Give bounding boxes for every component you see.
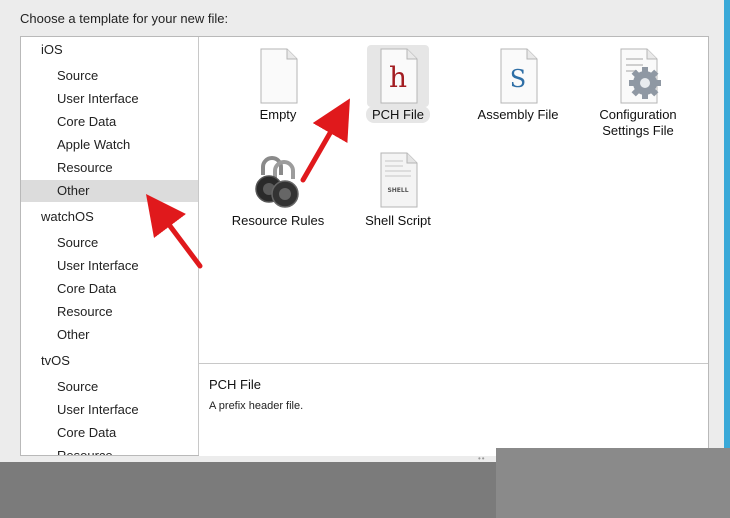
template-shell-script[interactable]: SHELL Shell Script: [338, 149, 458, 229]
sidebar-item-watchos-user-interface[interactable]: User Interface: [21, 255, 198, 277]
blank-document-icon: [247, 45, 309, 107]
template-gallery: Empty h PCH File S Assembly File Configu…: [199, 37, 708, 363]
sidebar-item-tvos-resource[interactable]: Resource: [21, 445, 198, 455]
sidebar-item-watchos-resource[interactable]: Resource: [21, 301, 198, 323]
template-pch-file[interactable]: h PCH File: [338, 45, 458, 125]
window-edge: [724, 0, 730, 462]
padlock-icon: [247, 149, 309, 211]
template-resource-rules[interactable]: Resource Rules: [218, 149, 338, 229]
pch-glyph: h: [389, 61, 407, 94]
template-label: Assembly File: [477, 107, 559, 122]
shell-glyph: SHELL: [387, 187, 408, 194]
sidebar-item-ios-user-interface[interactable]: User Interface: [21, 88, 198, 110]
shell-script-icon: SHELL: [367, 149, 429, 211]
sidebar-item-watchos-other[interactable]: Other: [21, 324, 198, 346]
sidebar-item-tvos-core-data[interactable]: Core Data: [21, 422, 198, 444]
gear-document-icon: [607, 45, 669, 107]
template-label: Resource Rules: [231, 213, 325, 228]
sidebar-item-ios-core-data[interactable]: Core Data: [21, 111, 198, 133]
template-label: Configuration Settings File: [599, 107, 677, 138]
new-file-sheet: Choose a template for your new file: iOS…: [0, 0, 724, 462]
description-title: PCH File: [209, 377, 262, 392]
background-region: [0, 462, 496, 518]
resize-grip-icon[interactable]: ••: [478, 454, 486, 463]
sidebar-group-watchos[interactable]: watchOS: [21, 206, 198, 228]
platform-category-sidebar[interactable]: iOS Source User Interface Core Data Appl…: [21, 37, 199, 455]
template-configuration-settings-file[interactable]: Configuration Settings File: [578, 45, 698, 141]
template-assembly-file[interactable]: S Assembly File: [458, 45, 578, 125]
template-empty[interactable]: Empty: [218, 45, 338, 125]
dialog-prompt: Choose a template for your new file:: [20, 11, 229, 26]
sidebar-item-tvos-source[interactable]: Source: [21, 376, 198, 398]
assembly-file-icon: S: [487, 45, 549, 107]
assembly-glyph: S: [510, 65, 526, 93]
background-region: [496, 448, 730, 518]
sidebar-item-ios-other[interactable]: Other: [21, 180, 198, 202]
description-text: A prefix header file.: [209, 400, 304, 412]
pch-header-icon: h: [367, 45, 429, 107]
template-chooser: iOS Source User Interface Core Data Appl…: [20, 36, 709, 456]
template-label: Shell Script: [365, 213, 431, 228]
template-label: PCH File: [338, 106, 458, 123]
template-description-pane: PCH File A prefix header file.: [199, 363, 708, 456]
sidebar-item-watchos-source[interactable]: Source: [21, 232, 198, 254]
sidebar-item-ios-apple-watch[interactable]: Apple Watch: [21, 134, 198, 156]
sidebar-item-tvos-user-interface[interactable]: User Interface: [21, 399, 198, 421]
sidebar-group-ios[interactable]: iOS: [21, 39, 198, 61]
sidebar-item-ios-source[interactable]: Source: [21, 65, 198, 87]
sidebar-group-tvos[interactable]: tvOS: [21, 350, 198, 372]
template-label: Empty: [259, 107, 297, 122]
sidebar-item-watchos-core-data[interactable]: Core Data: [21, 278, 198, 300]
sidebar-item-ios-resource[interactable]: Resource: [21, 157, 198, 179]
